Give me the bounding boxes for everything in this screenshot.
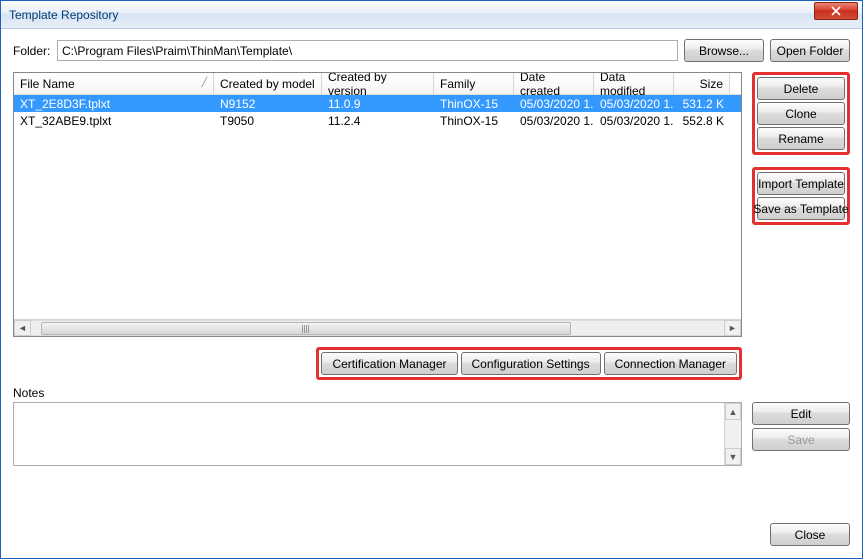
main-row: File Name ╱ Created by model Created by … xyxy=(13,72,850,337)
templates-table: File Name ╱ Created by model Created by … xyxy=(13,72,742,337)
folder-path-input[interactable]: C:\Program Files\Praim\ThinMan\Template\ xyxy=(57,40,678,61)
table-container: File Name ╱ Created by model Created by … xyxy=(13,72,742,337)
middle-button-row-wrap: Certification Manager Configuration Sett… xyxy=(13,347,850,380)
right-button-panel: Delete Clone Rename Import Template Save… xyxy=(752,72,850,337)
rename-button[interactable]: Rename xyxy=(757,127,845,150)
cell-file: XT_2E8D3F.tplxt xyxy=(14,95,214,112)
template-repository-window: Template Repository Folder: C:\Program F… xyxy=(0,0,863,559)
table-header: File Name ╱ Created by model Created by … xyxy=(14,73,741,95)
highlight-group-file-ops: Delete Clone Rename xyxy=(752,72,850,155)
save-as-template-button[interactable]: Save as Template xyxy=(757,197,845,220)
titlebar: Template Repository xyxy=(1,1,862,29)
table-row[interactable]: XT_32ABE9.tplxt T9050 11.2.4 ThinOX-15 0… xyxy=(14,112,741,129)
clone-button[interactable]: Clone xyxy=(757,102,845,125)
col-date-created[interactable]: Date created xyxy=(514,73,594,94)
folder-row: Folder: C:\Program Files\Praim\ThinMan\T… xyxy=(13,39,850,62)
window-body: Folder: C:\Program Files\Praim\ThinMan\T… xyxy=(1,29,862,558)
col-data-modified[interactable]: Data modified xyxy=(594,73,674,94)
highlight-group-template-ops: Import Template Save as Template xyxy=(752,167,850,225)
col-created-by-model[interactable]: Created by model xyxy=(214,73,322,94)
close-icon xyxy=(831,6,841,16)
scroll-track[interactable] xyxy=(725,420,741,448)
col-file-name[interactable]: File Name ╱ xyxy=(14,73,214,94)
certification-manager-button[interactable]: Certification Manager xyxy=(321,352,457,375)
notes-textarea[interactable]: ▲ ▼ xyxy=(13,402,742,466)
chevron-down-icon: ▼ xyxy=(729,452,738,462)
cell-model: T9050 xyxy=(214,112,322,129)
cell-created: 05/03/2020 1... xyxy=(514,95,594,112)
cell-modified: 05/03/2020 1... xyxy=(594,112,674,129)
folder-path-text: C:\Program Files\Praim\ThinMan\Template\ xyxy=(62,44,292,58)
window-title: Template Repository xyxy=(9,8,858,22)
scroll-right-button[interactable]: ► xyxy=(724,320,741,336)
scroll-grip-icon xyxy=(302,325,310,333)
horizontal-scrollbar[interactable]: ◄ ► xyxy=(14,319,741,336)
window-close-button[interactable] xyxy=(814,2,858,20)
cell-size: 552.8 K xyxy=(674,112,730,129)
browse-button[interactable]: Browse... xyxy=(684,39,764,62)
notes-row: Notes ▲ ▼ Edit Save xyxy=(13,386,850,466)
scroll-up-button[interactable]: ▲ xyxy=(725,403,741,420)
import-template-button[interactable]: Import Template xyxy=(757,172,845,195)
folder-label: Folder: xyxy=(13,44,51,58)
edit-notes-button[interactable]: Edit xyxy=(752,402,850,425)
col-created-by-version[interactable]: Created by version xyxy=(322,73,434,94)
highlight-group-managers: Certification Manager Configuration Sett… xyxy=(316,347,742,380)
chevron-right-icon: ► xyxy=(728,323,737,333)
notes-label: Notes xyxy=(13,386,742,400)
close-button[interactable]: Close xyxy=(770,523,850,546)
scroll-left-button[interactable]: ◄ xyxy=(14,320,31,336)
cell-version: 11.2.4 xyxy=(322,112,434,129)
scroll-track[interactable] xyxy=(31,320,724,336)
cell-version: 11.0.9 xyxy=(322,95,434,112)
cell-size: 531.2 K xyxy=(674,95,730,112)
sort-indicator-icon: ╱ xyxy=(202,77,207,88)
connection-manager-button[interactable]: Connection Manager xyxy=(604,352,737,375)
cell-modified: 05/03/2020 1... xyxy=(594,95,674,112)
cell-file: XT_32ABE9.tplxt xyxy=(14,112,214,129)
cell-created: 05/03/2020 1... xyxy=(514,112,594,129)
chevron-left-icon: ◄ xyxy=(18,323,27,333)
cell-family: ThinOX-15 xyxy=(434,95,514,112)
delete-button[interactable]: Delete xyxy=(757,77,845,100)
table-body: XT_2E8D3F.tplxt N9152 11.0.9 ThinOX-15 0… xyxy=(14,95,741,129)
dialog-footer: Close xyxy=(13,511,850,546)
notes-column: Notes ▲ ▼ xyxy=(13,386,742,466)
table-row[interactable]: XT_2E8D3F.tplxt N9152 11.0.9 ThinOX-15 0… xyxy=(14,95,741,112)
notes-buttons: Edit Save xyxy=(752,386,850,466)
cell-family: ThinOX-15 xyxy=(434,112,514,129)
scroll-thumb[interactable] xyxy=(41,322,571,335)
save-notes-button: Save xyxy=(752,428,850,451)
col-size[interactable]: Size xyxy=(674,73,730,94)
cell-model: N9152 xyxy=(214,95,322,112)
notes-vertical-scrollbar[interactable]: ▲ ▼ xyxy=(724,403,741,465)
configuration-settings-button[interactable]: Configuration Settings xyxy=(461,352,601,375)
chevron-up-icon: ▲ xyxy=(729,407,738,417)
scroll-down-button[interactable]: ▼ xyxy=(725,448,741,465)
col-family[interactable]: Family xyxy=(434,73,514,94)
open-folder-button[interactable]: Open Folder xyxy=(770,39,850,62)
